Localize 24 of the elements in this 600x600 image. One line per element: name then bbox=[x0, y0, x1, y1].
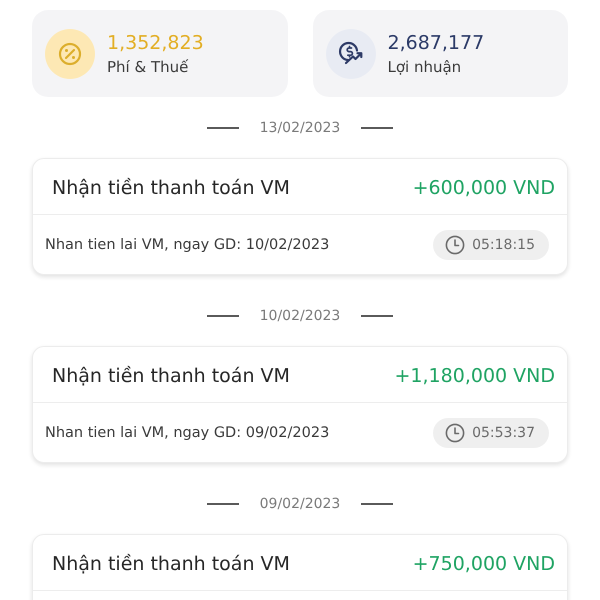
date-heading: 09/02/2023 bbox=[260, 496, 340, 512]
summary-value: 1,352,823 bbox=[107, 30, 204, 54]
transaction-note: Nhan tien lai VM, ngay GD: 09/02/2023 bbox=[45, 424, 330, 440]
transaction-time: 05:18:15 bbox=[472, 236, 535, 252]
transaction-amount: +750,000 VND bbox=[412, 552, 555, 574]
transaction-card[interactable]: Nhận tiền thanh toán VM +1,180,000 VND Nhan tien lai VM, ngay GD: 09/02/2023 05:53:37 bbox=[32, 346, 568, 463]
summary-label: Phí & Thuế bbox=[107, 56, 190, 76]
percent-circle-icon bbox=[45, 28, 95, 78]
transaction-note: Nhan tien lai VM, ngay GD: 10/02/2023 bbox=[45, 236, 330, 252]
date-heading: 13/02/2023 bbox=[260, 120, 340, 136]
transaction-title: Nhận tiền thanh toán VM bbox=[52, 176, 290, 198]
transaction-amount: +600,000 VND bbox=[412, 176, 555, 198]
clock-icon bbox=[445, 234, 466, 254]
date-heading: 10/02/2023 bbox=[260, 308, 340, 324]
transaction-title: Nhận tiền thanh toán VM bbox=[52, 552, 290, 574]
summary-value: 2,687,177 bbox=[388, 30, 484, 54]
transaction-amount: +1,180,000 VND bbox=[394, 364, 555, 386]
transaction-title: Nhận tiền thanh toán VM bbox=[52, 364, 290, 386]
clock-icon bbox=[445, 422, 466, 442]
summary-label: Lợi nhuận bbox=[388, 56, 462, 76]
transaction-card[interactable]: Nhận tiền thanh toán VM +750,000 VND bbox=[32, 534, 568, 600]
transaction-time: 05:53:37 bbox=[472, 424, 535, 440]
transaction-card[interactable]: Nhận tiền thanh toán VM +600,000 VND Nhan tien lai VM, ngay GD: 10/02/2023 05:18:15 bbox=[32, 158, 568, 275]
dollar-growth-icon bbox=[326, 28, 376, 78]
